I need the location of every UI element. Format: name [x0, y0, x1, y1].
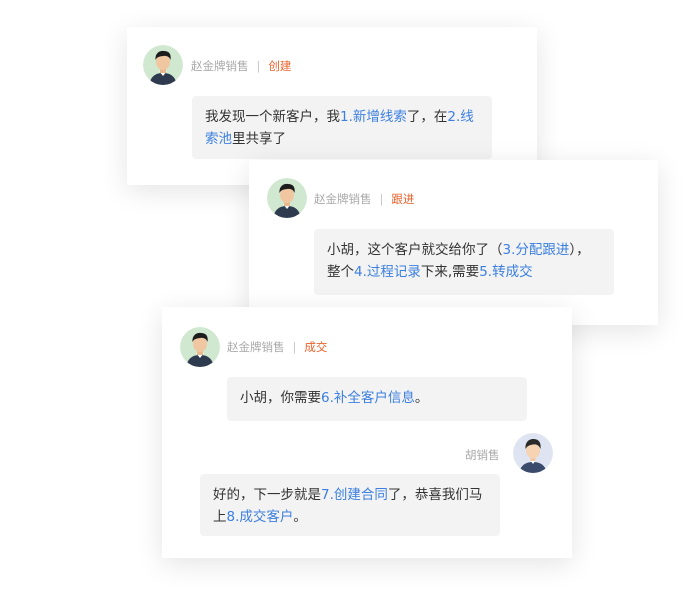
- message-card-followup: 赵金牌销售 | 跟进 小胡，这个客户就交给你了（3.分配跟进），整个4.过程记录下来…: [249, 160, 658, 325]
- message-card-deal: 赵金牌销售 | 成交 小胡，你需要6.补全客户信息。 胡销售 好的，下一步就是7.创…: [162, 307, 572, 558]
- link-close-deal[interactable]: 8.成交客户: [227, 509, 294, 525]
- header-separator: |: [256, 59, 261, 73]
- message-header: 赵金牌销售 | 创建: [191, 58, 291, 74]
- sender-name: 赵金牌销售: [314, 192, 372, 206]
- header-separator: |: [292, 340, 297, 354]
- stage-label: 成交: [304, 340, 328, 354]
- link-process-record[interactable]: 4.过程记录: [354, 264, 421, 280]
- reply-sender-name: 胡销售: [465, 448, 500, 462]
- message-text: 了，在: [406, 109, 448, 125]
- link-create-contract[interactable]: 7.创建合同: [321, 487, 388, 503]
- message-text: 我发现一个新客户，我: [205, 109, 340, 125]
- message-text: 里共享了: [232, 131, 286, 147]
- message-bubble: 小胡，这个客户就交给你了（3.分配跟进），整个4.过程记录下来,需要5.转成交: [314, 229, 614, 295]
- message-text: 。: [414, 390, 429, 406]
- female-avatar-icon: [513, 433, 553, 473]
- sender-name: 赵金牌销售: [191, 59, 249, 73]
- sender-name: 赵金牌销售: [227, 340, 285, 354]
- message-text: 下来,需要: [420, 264, 480, 280]
- message-header: 赵金牌销售 | 成交: [227, 339, 327, 355]
- male-avatar-icon: [267, 178, 307, 218]
- message-header: 赵金牌销售 | 跟进: [314, 191, 414, 207]
- link-add-lead[interactable]: 1.新增线索: [340, 109, 407, 125]
- message-text: 小胡，你需要: [240, 390, 321, 406]
- male-avatar-icon: [143, 45, 183, 85]
- message-text: 。: [293, 509, 307, 525]
- stage-label: 跟进: [391, 192, 415, 206]
- link-complete-customer-info[interactable]: 6.补全客户信息: [321, 390, 415, 406]
- male-avatar-icon: [180, 327, 220, 367]
- reply-message-bubble: 好的，下一步就是7.创建合同了，恭喜我们马上8.成交客户。: [200, 474, 500, 536]
- message-bubble: 小胡，你需要6.补全客户信息。: [227, 377, 527, 421]
- header-separator: |: [379, 192, 384, 206]
- link-assign-followup[interactable]: 3.分配跟进: [503, 242, 570, 258]
- message-bubble: 我发现一个新客户，我1.新增线索了，在2.线索池里共享了: [192, 96, 492, 159]
- message-text: 小胡，这个客户就交给你了（: [327, 242, 503, 258]
- stage-label: 创建: [268, 59, 292, 73]
- message-text: 好的，下一步就是: [213, 487, 321, 503]
- link-convert-deal[interactable]: 5.转成交: [479, 264, 532, 280]
